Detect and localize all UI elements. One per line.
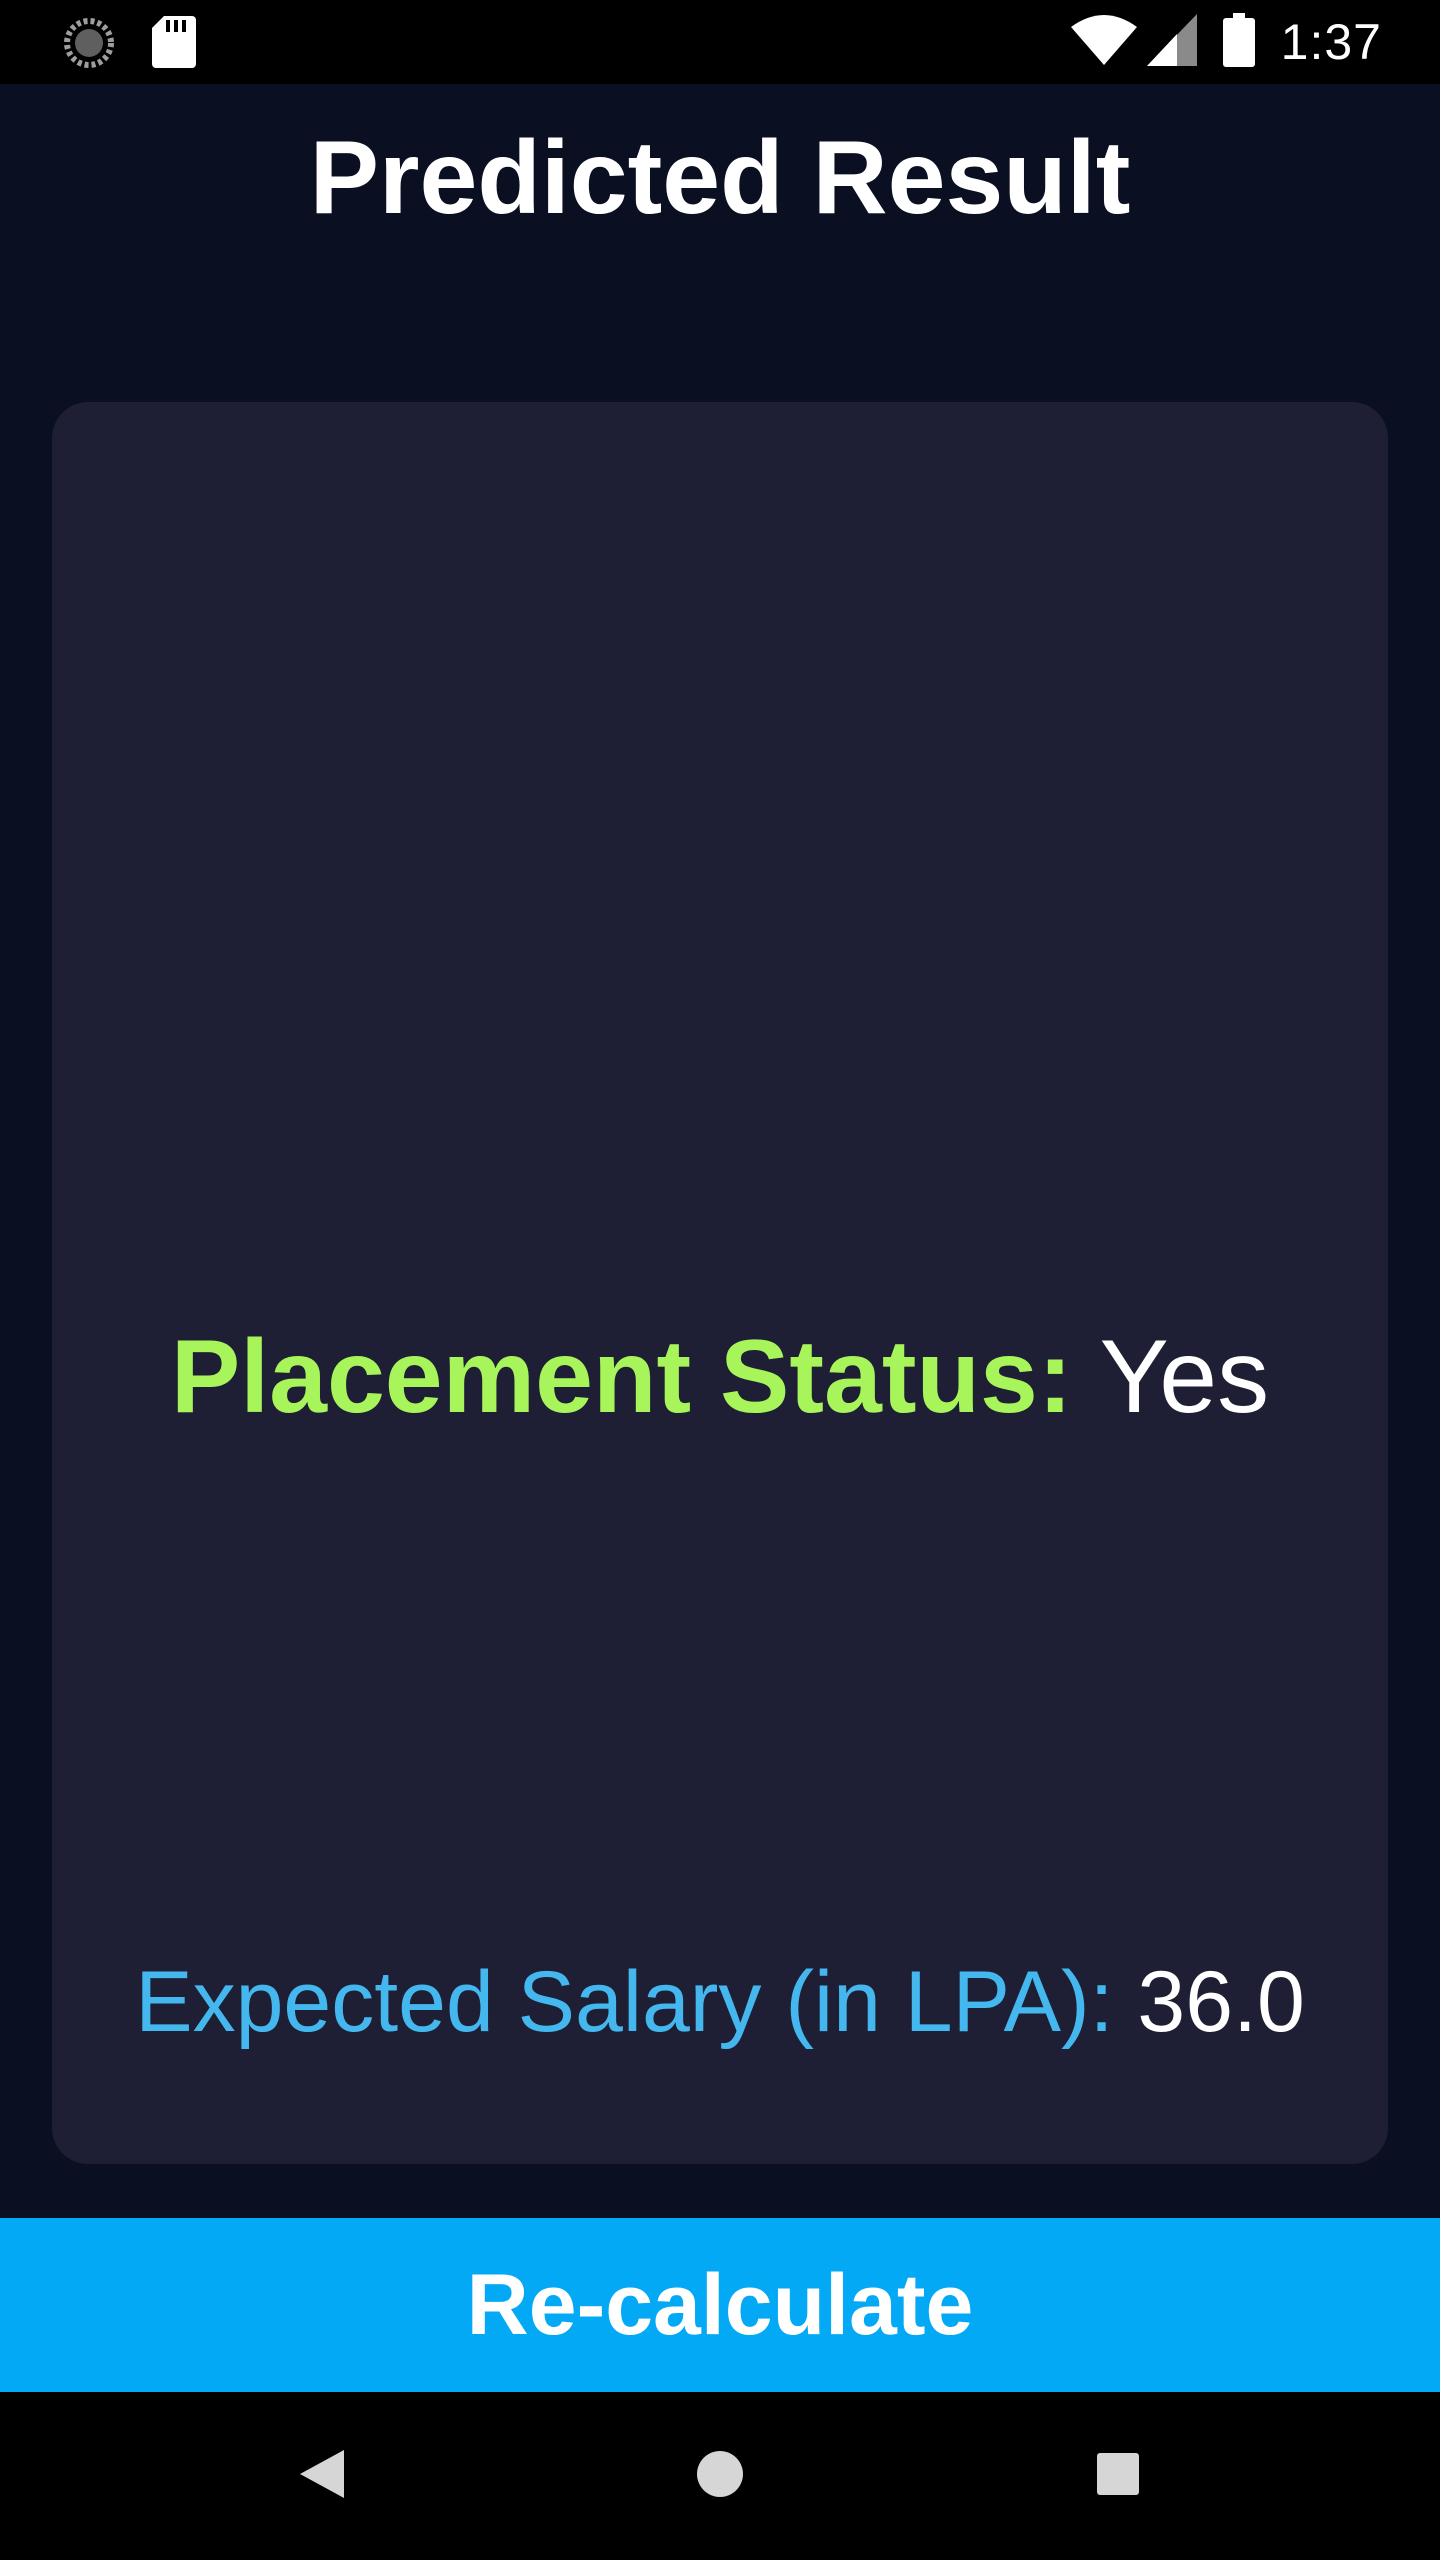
status-bar: 1:37 [0,0,1440,84]
navigation-bar [0,2392,1440,2560]
placement-status-row: Placement Status: Yes [52,1312,1388,1442]
expected-salary-value: 36.0 [1137,1954,1305,2050]
status-time: 1:37 [1280,14,1382,70]
app-screen: 1:37 Predicted Result Placement Status: … [0,0,1440,2560]
home-icon [696,2450,744,2503]
expected-salary-row: Expected Salary (in LPA): 36.0 [52,1950,1388,2054]
nav-back-button[interactable] [242,2392,402,2560]
signal-icon [1146,13,1197,71]
nav-recents-button[interactable] [1038,2392,1198,2560]
recents-icon [1097,2452,1139,2500]
result-card: Placement Status: Yes Expected Salary (i… [52,402,1388,2164]
page-title: Predicted Result [309,120,1131,236]
placement-status-value: Yes [1099,1319,1270,1435]
recalculate-button[interactable]: Re-calculate [0,2218,1440,2392]
nav-home-button[interactable] [640,2392,800,2560]
wifi-icon [1070,14,1137,70]
back-icon [300,2449,344,2503]
sd-card-icon [152,14,196,73]
expected-salary-label: Expected Salary (in LPA): [135,1954,1114,2050]
battery-icon [1222,12,1255,72]
placement-status-label: Placement Status: [170,1319,1073,1435]
sync-icon [62,16,116,75]
